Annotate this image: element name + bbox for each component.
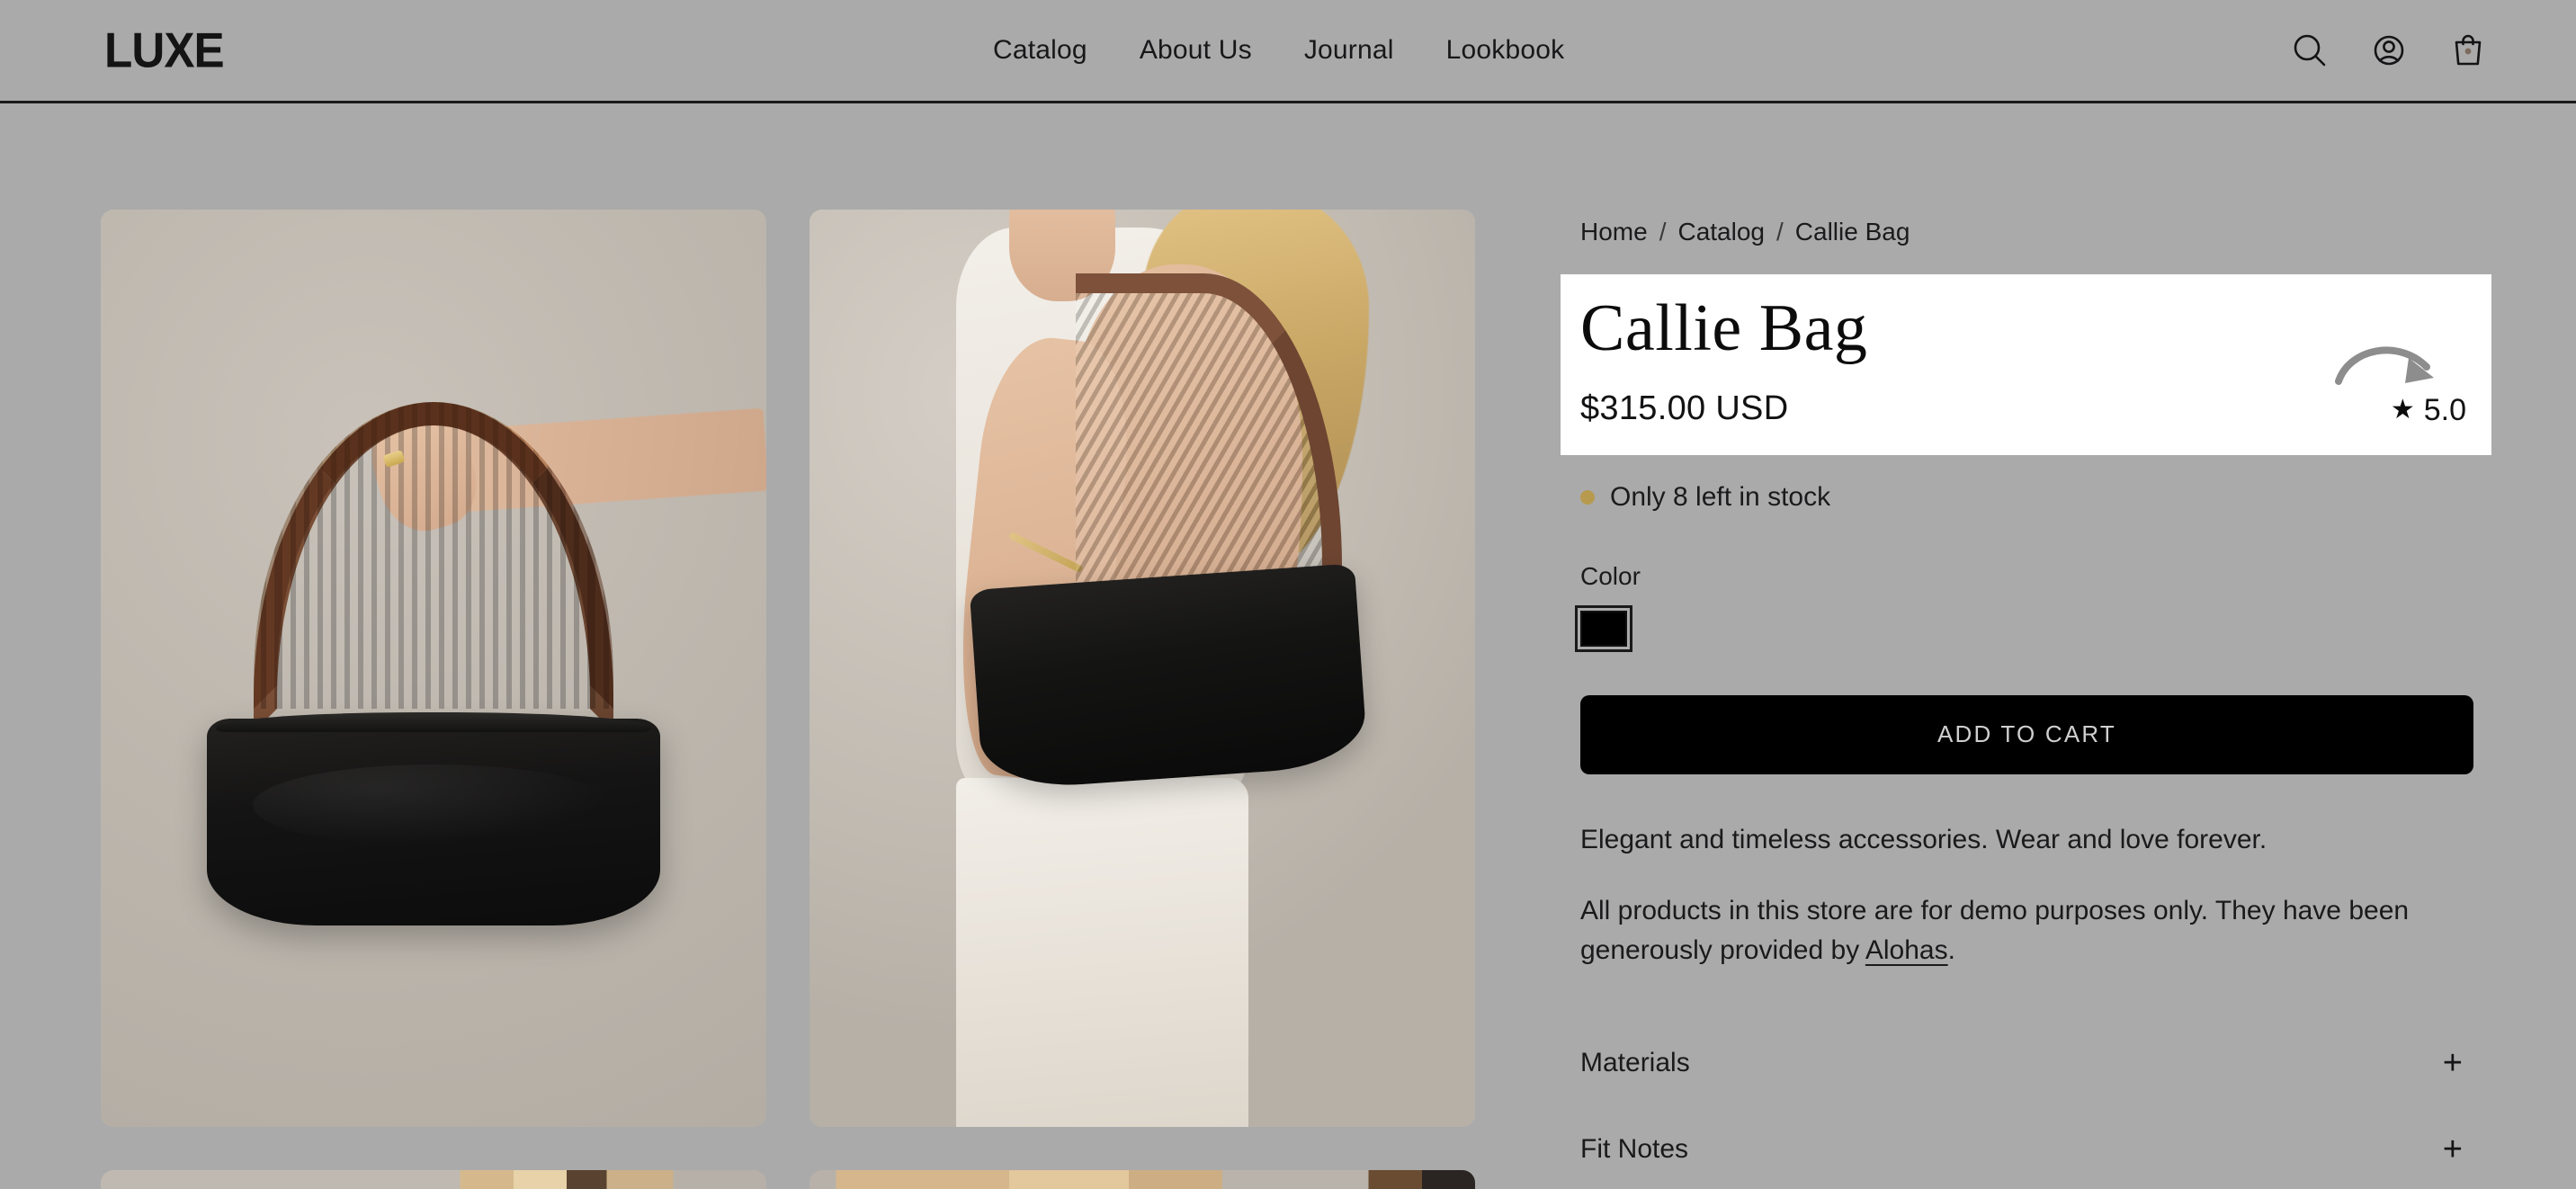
stock-indicator-dot	[1580, 489, 1595, 505]
description-text-before: All products in this store are for demo …	[1580, 895, 2410, 966]
fourth-photo-preview	[809, 1170, 1475, 1189]
breadcrumb-catalog[interactable]: Catalog	[1677, 218, 1765, 246]
product-description: Elegant and timeless accessories. Wear a…	[1561, 824, 2491, 971]
accordion-fit-notes-label: Fit Notes	[1580, 1134, 1689, 1165]
accordion-materials-label: Materials	[1580, 1048, 1690, 1078]
breadcrumb-current: Callie Bag	[1794, 218, 1910, 246]
breadcrumb-home[interactable]: Home	[1580, 218, 1648, 246]
product-image-fourth[interactable]	[809, 1170, 1475, 1189]
rating-value: 5.0	[2423, 392, 2466, 427]
model-white-trousers	[955, 778, 1249, 1127]
search-icon	[2294, 34, 2326, 67]
account-button[interactable]	[2367, 29, 2411, 72]
account-icon	[2374, 35, 2404, 66]
add-to-cart-button[interactable]: ADD TO CART	[1580, 694, 2473, 774]
site-header: LUXE Catalog About Us Journal Lookbook	[0, 0, 2576, 103]
product-page: Home / Catalog / Callie Bag Callie Bag $…	[0, 103, 2576, 1189]
product-gallery	[101, 210, 1477, 1127]
alohas-link[interactable]: Alohas	[1865, 935, 1948, 965]
accordion-materials[interactable]: Materials +	[1580, 1030, 2472, 1096]
product-highlight-box: Callie Bag $315.00 USD ★ 5.0	[1561, 274, 2491, 455]
price-and-rating-row: $315.00 USD ★ 5.0	[1580, 389, 2472, 428]
description-paragraph-1: Elegant and timeless accessories. Wear a…	[1580, 824, 2267, 854]
breadcrumb-separator-2: /	[1776, 218, 1784, 246]
cart-button[interactable]	[2446, 29, 2490, 72]
product-rating[interactable]: ★ 5.0	[2391, 393, 2472, 428]
nav-journal[interactable]: Journal	[1304, 35, 1394, 66]
search-button[interactable]	[2288, 29, 2331, 72]
plus-icon: +	[2442, 1044, 2463, 1083]
breadcrumb: Home / Catalog / Callie Bag	[1561, 210, 2491, 255]
product-image-third[interactable]	[101, 1170, 766, 1189]
breadcrumb-separator-1: /	[1659, 218, 1667, 246]
product-image-model-wearing[interactable]	[809, 210, 1475, 1127]
bag-studio-photo	[101, 210, 766, 1127]
black-bag-on-shoulder	[969, 563, 1369, 792]
star-icon: ★	[2390, 395, 2415, 425]
nav-catalog[interactable]: Catalog	[993, 35, 1087, 66]
cart-icon	[2455, 34, 2482, 66]
description-paragraph-2: All products in this store are for demo …	[1580, 891, 2491, 971]
site-logo[interactable]: LUXE	[104, 25, 225, 76]
nav-lookbook[interactable]: Lookbook	[1446, 35, 1565, 66]
description-text-after: .	[1947, 935, 1955, 966]
color-option-label: Color	[1580, 561, 1641, 590]
black-bag-body	[207, 712, 660, 925]
product-info-panel: Home / Catalog / Callie Bag Callie Bag $…	[1561, 210, 2491, 1183]
product-accordion: Materials + Fit Notes +	[1561, 1030, 2472, 1183]
main-navigation: Catalog About Us Journal Lookbook	[993, 35, 1564, 66]
product-price: $315.00 USD	[1580, 389, 1789, 427]
plus-icon: +	[2442, 1131, 2463, 1169]
product-gallery-next-row	[101, 1170, 1477, 1189]
third-photo-preview	[101, 1170, 766, 1189]
stock-status: Only 8 left in stock	[1561, 482, 2491, 513]
nav-about-us[interactable]: About Us	[1140, 35, 1252, 66]
product-image-bag-studio[interactable]	[101, 210, 766, 1127]
model-photo	[809, 210, 1475, 1127]
header-actions	[2288, 29, 2490, 72]
swatch-black[interactable]	[1575, 604, 1632, 652]
color-swatch-group	[1561, 604, 2491, 652]
accordion-fit-notes[interactable]: Fit Notes +	[1580, 1116, 2472, 1183]
page-title: Callie Bag	[1580, 291, 1868, 365]
stock-status-label: Only 8 left in stock	[1610, 481, 1831, 512]
